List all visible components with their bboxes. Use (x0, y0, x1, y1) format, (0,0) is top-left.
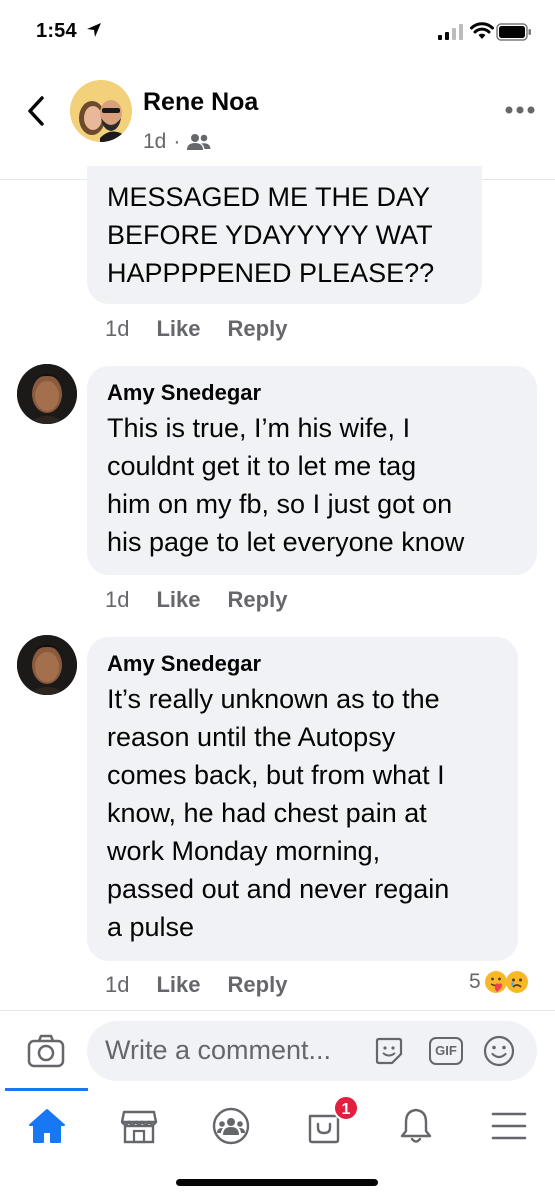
home-icon[interactable] (27, 1106, 67, 1146)
location-arrow-icon (87, 23, 101, 37)
comment-actions: 1d Like Reply (105, 587, 287, 613)
comment-composer: Write a comment... GIF (0, 1010, 555, 1090)
notification-badge: 1 (333, 1095, 359, 1121)
comment-age: 1d (105, 316, 130, 341)
like-button[interactable]: Like (156, 587, 200, 613)
comment-text: This is true, I’m his wife, I couldnt ge… (107, 413, 465, 557)
comment-age: 1d (105, 587, 130, 612)
marketplace-icon[interactable] (119, 1106, 159, 1146)
battery-icon (496, 23, 531, 41)
reaction-summary[interactable]: 5 (469, 970, 529, 994)
comment-text: MESSAGED ME THE DAY BEFORE YDAYYYYY WAT … (107, 182, 435, 288)
more-options-icon[interactable] (503, 104, 537, 116)
like-button[interactable]: Like (156, 316, 200, 342)
comment-author[interactable]: Amy Snedegar (107, 650, 498, 678)
commenter-avatar[interactable] (17, 635, 77, 695)
groups-icon[interactable] (211, 1106, 251, 1146)
comment-input[interactable]: Write a comment... GIF (87, 1021, 537, 1081)
sticker-icon[interactable] (375, 1036, 403, 1066)
comment-placeholder: Write a comment... (105, 1035, 332, 1065)
active-tab-indicator (5, 1088, 88, 1091)
camera-icon[interactable] (27, 1034, 65, 1068)
post-header: Rene Noa 1d · (0, 64, 555, 180)
profile-photo-icon (17, 635, 77, 695)
sad-reaction-icon (505, 971, 528, 993)
comment-text: It’s really unknown as to the reason unt… (107, 684, 450, 942)
home-indicator (176, 1179, 378, 1186)
comment-bubble: MESSAGED ME THE DAY BEFORE YDAYYYYY WAT … (87, 166, 482, 304)
like-button[interactable]: Like (156, 972, 200, 998)
meta-separator: · (173, 130, 181, 153)
cellular-signal-icon (438, 24, 463, 40)
back-arrow-icon[interactable] (22, 94, 50, 128)
emoji-icon[interactable] (483, 1035, 515, 1067)
reaction-count: 5 (469, 970, 481, 993)
reply-button[interactable]: Reply (228, 316, 288, 342)
wifi-icon (470, 22, 494, 39)
avatar-illustration-icon (70, 80, 132, 142)
profile-photo-icon (17, 364, 77, 424)
reply-button[interactable]: Reply (228, 587, 288, 613)
comment-bubble: Amy Snedegar It’s really unknown as to t… (87, 637, 518, 961)
comment-author[interactable]: Amy Snedegar (107, 379, 517, 407)
gif-button[interactable]: GIF (429, 1037, 463, 1065)
post-author-name[interactable]: Rene Noa (143, 88, 258, 117)
comment-actions: 1d Like Reply (105, 316, 287, 342)
comment-actions: 1d Like Reply (105, 972, 287, 998)
comment-bubble: Amy Snedegar This is true, I’m his wife,… (87, 366, 537, 575)
post-meta: 1d · (143, 130, 211, 154)
comment-age: 1d (105, 972, 130, 997)
commenter-avatar[interactable] (17, 364, 77, 424)
notifications-bell-icon[interactable] (396, 1106, 436, 1146)
friends-audience-icon (187, 134, 211, 150)
author-avatar[interactable] (70, 80, 132, 142)
post-age: 1d (143, 130, 167, 153)
status-time: 1:54 (36, 20, 77, 42)
menu-icon[interactable] (489, 1106, 529, 1146)
gif-label: GIF (435, 1043, 457, 1058)
status-bar: 1:54 (0, 0, 555, 64)
reply-button[interactable]: Reply (228, 972, 288, 998)
